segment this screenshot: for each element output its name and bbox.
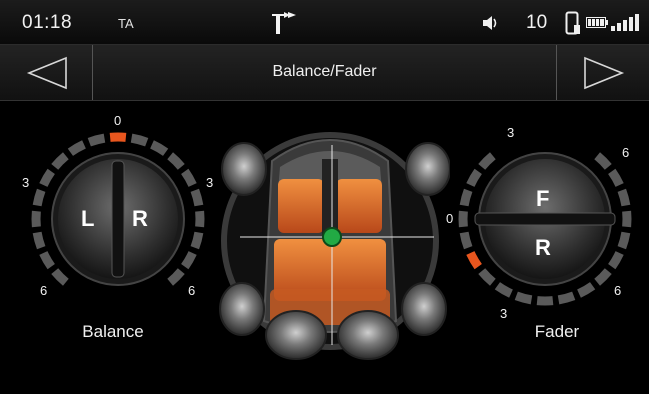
balance-mark-right-bottom: 6 — [188, 283, 196, 298]
balance-label: Balance — [82, 322, 144, 341]
arrow-right-icon — [584, 56, 625, 90]
signal-icon — [611, 14, 639, 31]
tick-segment — [478, 152, 496, 170]
tick-segment — [150, 140, 169, 156]
previous-button[interactable] — [0, 45, 93, 100]
title-bar: Balance/Fader — [0, 45, 649, 101]
tick-segment — [181, 251, 197, 270]
balance-mark-left-bottom: 6 — [40, 283, 48, 298]
balance-scale — [31, 132, 205, 286]
speaker-rear-center-right — [337, 310, 399, 360]
tick-segment — [67, 140, 86, 156]
fader-dial[interactable]: F R — [455, 129, 635, 309]
balance-fader-panel: L R 0 3 6 3 6 Balance F R 3 6 0 3 6 Fade… — [0, 101, 649, 394]
arrow-left-icon — [26, 56, 67, 90]
speaker-rear-left — [219, 282, 265, 336]
tick-segment — [39, 251, 55, 270]
fader-mark-top-right: 6 — [622, 145, 630, 160]
fader-mark-top-left: 3 — [507, 125, 515, 140]
tick-segment — [167, 152, 185, 170]
fader-rear-letter: R — [535, 235, 551, 260]
next-button[interactable] — [556, 45, 649, 100]
balance-right-letter: R — [132, 206, 148, 231]
tick-segment — [181, 168, 197, 187]
tick-segment — [32, 188, 46, 207]
tick-segment — [190, 188, 204, 207]
tick-segment — [617, 231, 631, 250]
center-point-marker[interactable] — [322, 227, 342, 247]
fader-mark-bottom-right: 6 — [614, 283, 622, 298]
speaker-icon — [483, 16, 497, 30]
tick-segment — [466, 168, 482, 187]
tick-segment — [459, 231, 473, 250]
tick-segment — [514, 291, 533, 305]
balance-mark-top: 0 — [114, 113, 122, 128]
tick-segment — [617, 188, 631, 207]
tick-segment — [87, 133, 106, 147]
ta-indicator: TA — [118, 16, 134, 31]
active-tick — [466, 251, 482, 270]
tick-segment — [594, 152, 612, 170]
speaker-front-left — [221, 142, 267, 196]
tick-segment — [190, 231, 204, 250]
tick-segment — [130, 133, 149, 147]
tick-segment — [594, 268, 612, 286]
tick-segment — [51, 268, 69, 286]
tick-segment — [32, 231, 46, 250]
battery-icon — [586, 17, 608, 28]
balance-mark-left: 3 — [22, 175, 30, 190]
phone-icon — [565, 11, 580, 35]
tick-segment — [577, 282, 596, 298]
fader-scale — [458, 152, 632, 306]
tick-segment — [608, 168, 624, 187]
fader-mark-bottom-left: 3 — [500, 306, 508, 321]
page-title: Balance/Fader — [272, 63, 377, 80]
speaker-rear-center-left — [265, 310, 327, 360]
car-speaker-map[interactable] — [210, 121, 450, 361]
tick-segment — [167, 268, 185, 286]
tick-segment — [39, 168, 55, 187]
balance-dial[interactable]: L R — [28, 129, 208, 309]
tick-segment — [459, 188, 473, 207]
fader-mark-mid: 0 — [446, 211, 454, 226]
fader-front-letter: F — [536, 186, 550, 211]
fader-label: Fader — [534, 322, 580, 341]
tick-segment — [478, 268, 496, 286]
tick-segment — [494, 282, 513, 298]
tick-segment — [608, 251, 624, 270]
screen: 01:18 TA 10 Balance/Fader L R 0 3 6 3 6 … — [0, 0, 649, 394]
balance-left-letter: L — [81, 206, 95, 231]
tick-segment — [557, 291, 576, 305]
status-bar: 01:18 TA 10 — [0, 0, 649, 45]
tick-segment — [51, 152, 69, 170]
speaker-rear-right — [401, 282, 447, 336]
volume-level: 10 — [526, 12, 548, 33]
navigation-turn-icon — [272, 12, 296, 34]
clock: 01:18 — [22, 12, 73, 33]
speaker-front-right — [405, 142, 450, 196]
